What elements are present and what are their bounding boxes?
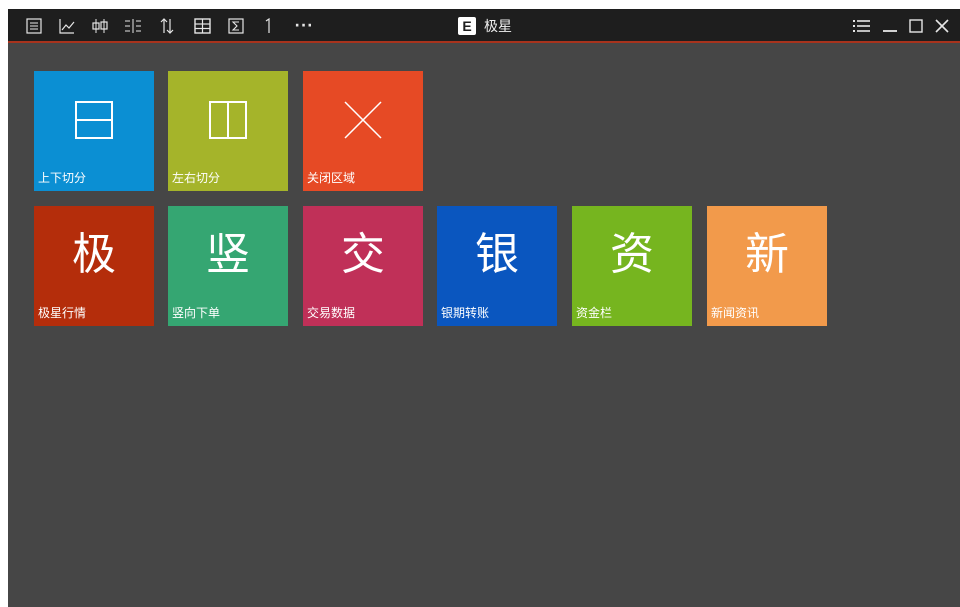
maximize-icon[interactable] bbox=[907, 17, 925, 35]
app-title: E 极星 bbox=[458, 15, 512, 37]
tile-char: 竖 bbox=[206, 229, 250, 280]
tile-char: 银 bbox=[475, 229, 519, 280]
tile-close-area[interactable]: 关闭区域 bbox=[303, 71, 423, 191]
app-logo: E bbox=[458, 17, 476, 35]
close-area-icon bbox=[303, 85, 423, 155]
app-name: 极星 bbox=[484, 19, 512, 35]
tile-label: 竖向下单 bbox=[172, 306, 221, 320]
tile-trade-data[interactable]: 交 交易数据 bbox=[303, 206, 423, 326]
tile-news[interactable]: 新 新闻资讯 bbox=[707, 206, 827, 326]
tile-char: 资 bbox=[610, 229, 654, 280]
more-icon[interactable]: ··· bbox=[294, 17, 314, 35]
tile-market-quotes[interactable]: 极 极星行情 bbox=[34, 206, 154, 326]
tile-label: 资金栏 bbox=[576, 306, 613, 320]
tile-split-horizontal[interactable]: 上下切分 bbox=[34, 71, 154, 191]
table-icon[interactable] bbox=[193, 17, 211, 35]
tile-vertical-order[interactable]: 竖 竖向下单 bbox=[168, 206, 288, 326]
candlestick-icon[interactable] bbox=[90, 17, 110, 35]
split-horizontal-icon bbox=[34, 85, 154, 155]
one-icon[interactable] bbox=[263, 17, 273, 35]
tile-label: 上下切分 bbox=[38, 171, 87, 185]
tile-label: 新闻资讯 bbox=[711, 306, 760, 320]
tile-char: 交 bbox=[341, 229, 385, 280]
tile-char: 极 bbox=[72, 229, 116, 280]
menu-icon[interactable] bbox=[853, 17, 871, 35]
title-bar: ··· E 极星 bbox=[8, 9, 960, 43]
tile-char: 新 bbox=[745, 229, 789, 280]
tile-label: 极星行情 bbox=[38, 306, 87, 320]
sort-icon[interactable] bbox=[158, 17, 176, 35]
split-vertical-icon bbox=[168, 85, 288, 155]
tile-label: 交易数据 bbox=[307, 306, 356, 320]
formula-icon[interactable] bbox=[227, 17, 245, 35]
app-window: ··· E 极星 上下切分 左右切分 关闭区域 极 极星行情 竖 竖向下单 交 … bbox=[8, 9, 960, 607]
tile-funds-bar[interactable]: 资 资金栏 bbox=[572, 206, 692, 326]
minimize-icon[interactable] bbox=[881, 17, 899, 35]
depth-icon[interactable] bbox=[123, 17, 143, 35]
tile-label: 左右切分 bbox=[172, 171, 221, 185]
tile-bank-transfer[interactable]: 银 银期转账 bbox=[437, 206, 557, 326]
list-icon[interactable] bbox=[25, 17, 43, 35]
tile-label: 关闭区域 bbox=[307, 171, 356, 185]
line-chart-icon[interactable] bbox=[58, 17, 76, 35]
close-icon[interactable] bbox=[933, 17, 951, 35]
tile-label: 银期转账 bbox=[441, 306, 490, 320]
tile-split-vertical[interactable]: 左右切分 bbox=[168, 71, 288, 191]
